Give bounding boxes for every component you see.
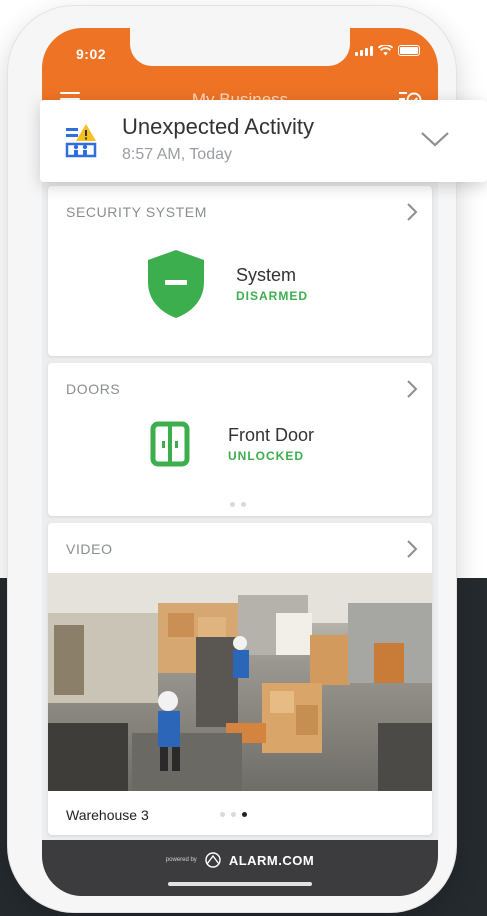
notification-banner[interactable]: Unexpected Activity 8:57 AM, Today [40, 100, 487, 182]
door-state: UNLOCKED [228, 449, 304, 463]
chevron-right-icon[interactable] [406, 202, 418, 222]
dashboard-cards: SECURITY SYSTEM System DISARMED DOORS Fr… [48, 186, 432, 842]
chevron-right-icon[interactable] [406, 379, 418, 399]
security-system-card[interactable]: SECURITY SYSTEM System DISARMED [48, 186, 432, 356]
notification-time: 8:57 AM, Today [122, 146, 232, 163]
door-status: Front Door UNLOCKED [150, 421, 314, 467]
card-heading: VIDEO [66, 541, 113, 557]
alarm-logo-icon [205, 852, 221, 868]
home-indicator[interactable] [168, 882, 312, 886]
security-status: System DISARMED [144, 248, 308, 320]
doors-card[interactable]: DOORS Front Door UNLOCKED [48, 363, 432, 516]
pager-dot[interactable] [220, 812, 225, 817]
video-pager [220, 812, 247, 817]
security-name: System [236, 265, 297, 285]
card-heading: DOORS [66, 381, 121, 397]
video-card[interactable]: VIDEO Warehouse 3 [48, 523, 432, 835]
pager-dot-active[interactable] [242, 812, 247, 817]
activity-alert-icon [65, 124, 97, 158]
video-thumbnail[interactable] [48, 573, 432, 791]
chevron-down-icon[interactable] [420, 130, 450, 148]
powered-by-brand: powered by ALARM.COM [42, 852, 438, 868]
brand-name: ALARM.COM [228, 852, 315, 868]
notification-title: Unexpected Activity [122, 114, 314, 139]
card-heading: SECURITY SYSTEM [66, 204, 207, 220]
status-icons [355, 45, 420, 56]
pager-dot[interactable] [230, 502, 235, 507]
camera-name: Warehouse 3 [66, 807, 149, 823]
door-icon [150, 421, 190, 467]
wifi-icon [378, 45, 393, 56]
pager-dot[interactable] [231, 812, 236, 817]
shield-icon [148, 250, 204, 318]
phone-notch [130, 28, 350, 66]
status-time: 9:02 [76, 46, 107, 62]
doors-pager [230, 502, 246, 507]
door-name: Front Door [228, 425, 315, 445]
warehouse-scene [48, 573, 432, 791]
chevron-right-icon[interactable] [406, 539, 418, 559]
pager-dot[interactable] [241, 502, 246, 507]
powered-by-label: powered by [165, 857, 197, 863]
app-footer: powered by ALARM.COM [42, 840, 438, 896]
security-state: DISARMED [236, 289, 309, 303]
signal-icon [355, 46, 373, 56]
battery-icon [398, 45, 420, 56]
